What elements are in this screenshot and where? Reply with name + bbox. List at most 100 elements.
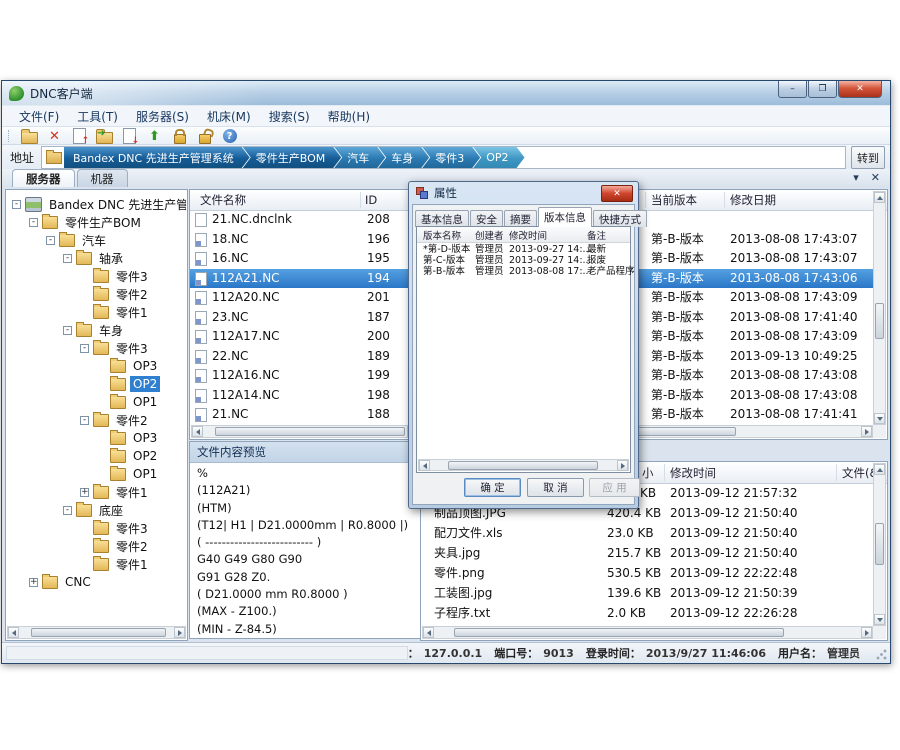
attachment-row[interactable]: 夹具.jpg215.7 KB2013-09-12 21:50:40 [421,543,874,563]
send-to-folder-icon[interactable]: ➜ [96,128,113,144]
scroll-left-button[interactable] [419,460,430,471]
delete-icon[interactable]: ✕ [46,128,63,144]
scroll-right-button[interactable] [174,627,185,638]
breadcrumb-segment[interactable]: Bandex DNC 先进生产管理系统 [64,147,250,168]
help-icon[interactable]: ? [221,128,238,144]
column-header-filename[interactable]: 文件名称 [200,190,246,210]
dialog-close-button[interactable]: ✕ [601,185,633,202]
column-header-modified-time[interactable]: 修改时间 [670,465,716,481]
tree-item[interactable]: 零件2 [8,285,186,303]
dialog-tab[interactable]: 安全 [470,210,503,227]
menu-item[interactable]: 工具(T) [68,106,127,127]
file-row[interactable]: 112A21.NC194 [190,269,420,289]
scroll-down-button[interactable] [874,614,885,625]
file-row[interactable]: 112A16.NC199 [190,366,420,386]
version-table-row[interactable]: *第-D-版本管理员2013-09-27 14:...最新 [417,244,630,255]
checkout-file-icon[interactable]: ↑ [71,128,88,144]
column-header-modified-date[interactable]: 修改日期 [730,190,776,210]
checkin-file-icon[interactable]: ↓ [121,128,138,144]
tree-item[interactable]: -底座 [8,501,186,519]
scroll-thumb[interactable] [31,628,166,637]
column-header-size[interactable]: 小 [642,465,654,481]
tree-item[interactable]: -零件生产BOM [8,213,186,231]
tree-expander-icon[interactable]: - [63,254,72,263]
lock-icon[interactable] [171,128,188,144]
panel-close-icon[interactable]: ✕ [871,171,880,184]
upload-icon[interactable]: ⬆ [146,128,163,144]
cancel-button[interactable]: 取 消 [527,478,584,497]
tree-item[interactable]: -零件2 [8,411,186,429]
tree-item[interactable]: OP1 [8,465,186,483]
tree-item[interactable]: +CNC [8,573,186,591]
column-header-modify-time[interactable]: 修改时间 [509,228,547,242]
scroll-left-button[interactable] [423,627,434,638]
tree-item[interactable]: -轴承 [8,249,186,267]
breadcrumb-segment[interactable]: 零件3 [422,147,480,168]
version-table-row[interactable]: 第-B-版本管理员2013-08-08 17:...老产品程序 [417,266,630,277]
tree-item[interactable]: OP3 [8,357,186,375]
tree-item[interactable]: +零件1 [8,483,186,501]
tab-server[interactable]: 服务器 [12,169,75,187]
column-header-id[interactable]: ID [365,190,377,210]
tree-expander-icon[interactable]: - [12,200,21,209]
tree-item[interactable]: OP3 [8,429,186,447]
tree-item[interactable]: OP2 [8,447,186,465]
column-header-version-name[interactable]: 版本名称 [423,228,461,242]
tree-item[interactable]: -Bandex DNC 先进生产管理系统 [8,195,186,213]
go-button[interactable]: 转到 [851,146,885,169]
file-row[interactable]: 112A17.NC200 [190,327,420,347]
scroll-thumb[interactable] [875,303,884,339]
file-row[interactable]: 16.NC195 [190,249,420,269]
tree-expander-icon[interactable]: + [80,488,89,497]
tree-item[interactable]: 零件2 [8,537,186,555]
tree-item[interactable]: -汽车 [8,231,186,249]
dialog-tab[interactable]: 摘要 [504,210,537,227]
tree-item[interactable]: -零件3 [8,339,186,357]
attachment-row[interactable]: 零件.png530.5 KB2013-09-12 22:22:48 [421,563,874,583]
tree-expander-icon[interactable]: - [80,416,89,425]
dialog-tab[interactable]: 基本信息 [415,210,469,227]
scroll-up-button[interactable] [874,192,885,203]
scroll-right-button[interactable] [861,426,872,437]
version-table-row[interactable]: 第-C-版本管理员2013-09-27 14:...报废 [417,255,630,266]
file-row[interactable]: 21.NC.dnclnk208 [190,210,420,230]
attachment-row[interactable]: 子程序.txt2.0 KB2013-09-12 22:26:28 [421,603,874,623]
file-row[interactable]: 23.NC187 [190,308,420,328]
breadcrumb-segment[interactable]: 车身 [378,147,429,168]
scroll-left-button[interactable] [192,426,203,437]
tree-item[interactable]: 零件1 [8,303,186,321]
tree-scrollbar-horizontal[interactable] [7,626,186,639]
menu-item[interactable]: 服务器(S) [127,106,198,127]
titlebar[interactable]: DNC客户端 –❐✕ [2,81,890,105]
scroll-down-button[interactable] [874,413,885,424]
column-separator[interactable] [645,192,646,208]
column-separator[interactable] [724,192,725,208]
restore-button[interactable]: ❐ [808,81,837,98]
file-row[interactable]: 112A14.NC198 [190,386,420,406]
breadcrumb-segment[interactable]: 零件生产BOM [243,147,342,168]
ok-button[interactable]: 确 定 [464,478,521,497]
tree-item[interactable]: 零件3 [8,267,186,285]
file-row[interactable]: 112A20.NC201 [190,288,420,308]
close-button[interactable]: ✕ [838,81,882,98]
panel-collapse-icon[interactable]: ▾ [853,171,859,184]
minimize-button[interactable]: – [778,81,807,98]
menu-item[interactable]: 帮助(H) [319,106,379,127]
unlock-icon[interactable] [196,128,213,144]
dialog-tab[interactable]: 快捷方式 [593,210,647,227]
tree-expander-icon[interactable]: - [63,326,72,335]
resize-grip[interactable] [876,649,887,660]
file-row[interactable]: 21.NC188 [190,405,420,425]
tree-expander-icon[interactable]: - [80,344,89,353]
file-list-scrollbar-horizontal[interactable] [191,425,419,438]
version-list-scrollbar-vertical[interactable] [873,191,886,425]
menu-item[interactable]: 搜索(S) [260,106,319,127]
new-folder-icon[interactable] [21,128,38,144]
breadcrumb-segment[interactable]: 汽车 [334,147,385,168]
attachment-row[interactable]: 工装图.jpg139.6 KB2013-09-12 21:50:39 [421,583,874,603]
menu-item[interactable]: 机床(M) [198,106,260,127]
attachments-scrollbar-horizontal[interactable] [422,626,873,639]
dialog-titlebar[interactable]: 属性 ✕ [409,182,638,203]
scroll-thumb[interactable] [454,628,784,637]
scroll-thumb[interactable] [448,461,598,470]
